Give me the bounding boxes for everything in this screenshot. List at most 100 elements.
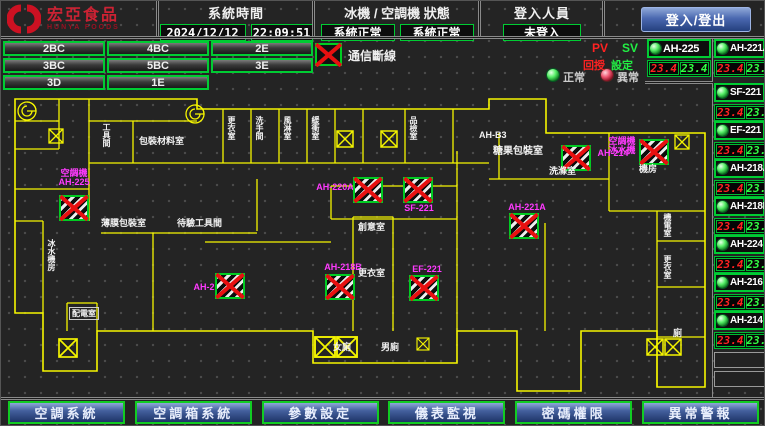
sv-value[interactable]: 23.4	[746, 106, 765, 119]
bottom-nav: 空調系統 空調箱系統 參數設定 儀表監視 密碼權限 異常警報	[1, 401, 765, 424]
unit-name: AH-216	[730, 277, 763, 288]
floor-button-4bc[interactable]: 4BC	[107, 41, 209, 56]
room-label: 創意室	[358, 223, 385, 232]
ahu-offline-icon[interactable]	[409, 275, 439, 301]
comm-loss-label: 通信斷線	[348, 47, 396, 64]
room-label: 配電室	[69, 307, 99, 320]
room-label: 包裝材料室	[139, 137, 184, 146]
nav-alarm-button[interactable]: 異常警報	[642, 401, 759, 424]
floor-button-5bc[interactable]: 5BC	[107, 58, 209, 73]
brand-name: 宏亞食品	[47, 8, 120, 24]
unit-ah-218b[interactable]: AH-218B	[714, 197, 765, 216]
floor-button-3d[interactable]: 3D	[3, 75, 105, 90]
divider	[478, 1, 481, 37]
login-logout-button[interactable]: 登入/登出	[641, 7, 751, 32]
pv-value: 23.4	[716, 106, 745, 119]
ahu-label-line: EF-221	[403, 265, 451, 274]
unit-name: EF-221	[730, 125, 761, 136]
sv-value[interactable]: 23.4	[746, 144, 765, 157]
unit-values: 23.423.4	[714, 294, 765, 311]
divider	[602, 1, 605, 37]
status-led-icon	[650, 43, 661, 54]
sv-value[interactable]: 23.4	[680, 62, 710, 75]
unit-sf-221[interactable]: SF-221	[714, 83, 765, 102]
unit-values: 23.423.4	[714, 180, 765, 197]
unit-name: AH-225	[663, 43, 699, 55]
ahu-offline-icon[interactable]	[353, 177, 383, 203]
room-label: 品檢室	[409, 116, 417, 140]
nav-ahu-system-button[interactable]: 空調箱系統	[135, 401, 252, 424]
unit-values: 23.423.4	[714, 142, 765, 159]
unit-values: 23.423.4	[714, 218, 765, 235]
unit-name: AH-218B	[730, 201, 765, 212]
unit-ah-218a[interactable]: AH-218A	[714, 159, 765, 178]
sv-name: 設定	[611, 57, 633, 73]
ahu-offline-icon[interactable]	[403, 177, 433, 203]
unit-values: 23.423.4	[714, 332, 765, 349]
room-label: 更衣室	[663, 255, 671, 279]
ahu-offline-icon[interactable]	[215, 273, 245, 299]
nav-meter-monitor-button[interactable]: 儀表監視	[388, 401, 505, 424]
unit-values: 23.423.4	[714, 104, 765, 121]
nav-ac-system-button[interactable]: 空調系統	[8, 401, 125, 424]
sv-value[interactable]: 23.4	[746, 62, 765, 75]
floor-button-3bc[interactable]: 3BC	[3, 58, 105, 73]
floor-button-2e[interactable]: 2E	[211, 41, 313, 56]
sv-value[interactable]: 23.4	[746, 296, 765, 309]
pv-value: 23.4	[716, 144, 745, 157]
ahu-offline-icon[interactable]	[639, 139, 669, 165]
status-led-icon	[717, 239, 728, 250]
floor-button-3e[interactable]: 3E	[211, 58, 313, 73]
floorplan: 空調機AH-225 AH-220A SF-221 AH-221A AH-214 …	[1, 91, 713, 397]
comm-loss-icon	[315, 43, 342, 66]
sv-value[interactable]: 23.4	[746, 182, 765, 195]
normal-led-icon	[547, 69, 559, 81]
system-time-section: 系統時間 2024/12/12 22:09:51	[159, 1, 313, 37]
sv-value[interactable]: 23.4	[746, 258, 765, 271]
floor-selector: 2BC 4BC 2E 3BC 5BC 3E 3D 1E	[3, 41, 313, 90]
status-led-icon	[717, 125, 728, 136]
floor-button-2bc[interactable]: 2BC	[3, 41, 105, 56]
unit-ah-216[interactable]: AH-216	[714, 273, 765, 292]
unit-ah-221a[interactable]: AH-221A	[714, 39, 765, 58]
ahu-label: 空調機冰水機	[605, 137, 639, 155]
ahu-offline-icon[interactable]	[59, 195, 89, 221]
unit-values: 23.4 23.4	[647, 60, 711, 77]
sv-value[interactable]: 23.4	[746, 334, 765, 347]
nav-password-permission-button[interactable]: 密碼權限	[515, 401, 632, 424]
login-section: 登入人員 未登入	[481, 1, 603, 37]
floor-button-1e[interactable]: 1E	[107, 75, 209, 90]
unit-ef-221[interactable]: EF-221	[714, 121, 765, 140]
status-led-icon	[717, 163, 728, 174]
sv-value[interactable]: 23.4	[746, 220, 765, 233]
sv-header: SV	[622, 41, 638, 55]
ahu-offline-icon[interactable]	[325, 274, 355, 300]
status-led-icon	[717, 87, 728, 98]
ahu-label: SF-221	[397, 204, 441, 213]
unit-ah-214[interactable]: AH-214	[714, 311, 765, 330]
logo: 宏亞食品 HUNYA FOODS	[1, 1, 157, 37]
room-label: AH-B3	[479, 131, 507, 140]
empty-slot	[714, 371, 765, 387]
unit-ah-224[interactable]: AH-224	[714, 235, 765, 254]
room-label: 糖果包裝室	[493, 147, 543, 156]
pv-value: 23.4	[716, 334, 745, 347]
unit-values: 23.423.4	[714, 256, 765, 273]
room-label: 薄膜包裝室	[101, 219, 146, 228]
unit-name: AH-214	[730, 315, 763, 326]
unit-name: SF-221	[730, 87, 761, 98]
divider	[156, 1, 159, 37]
pv-value: 23.4	[716, 62, 745, 75]
unit-name: AH-218A	[730, 163, 765, 174]
pv-value: 23.4	[716, 220, 745, 233]
divider	[1, 397, 765, 400]
room-label: 女廁	[333, 343, 351, 352]
room-label: 機房	[639, 165, 657, 174]
nav-parameter-settings-button[interactable]: 參數設定	[262, 401, 379, 424]
ahu-label: 空調機AH-225	[45, 169, 103, 187]
unit-ah-225[interactable]: AH-225	[647, 39, 711, 58]
room-label: 冰水機房	[47, 239, 55, 271]
room-label: 更衣室	[227, 116, 235, 140]
ahu-offline-icon[interactable]	[509, 213, 539, 239]
empty-slot	[714, 352, 765, 368]
